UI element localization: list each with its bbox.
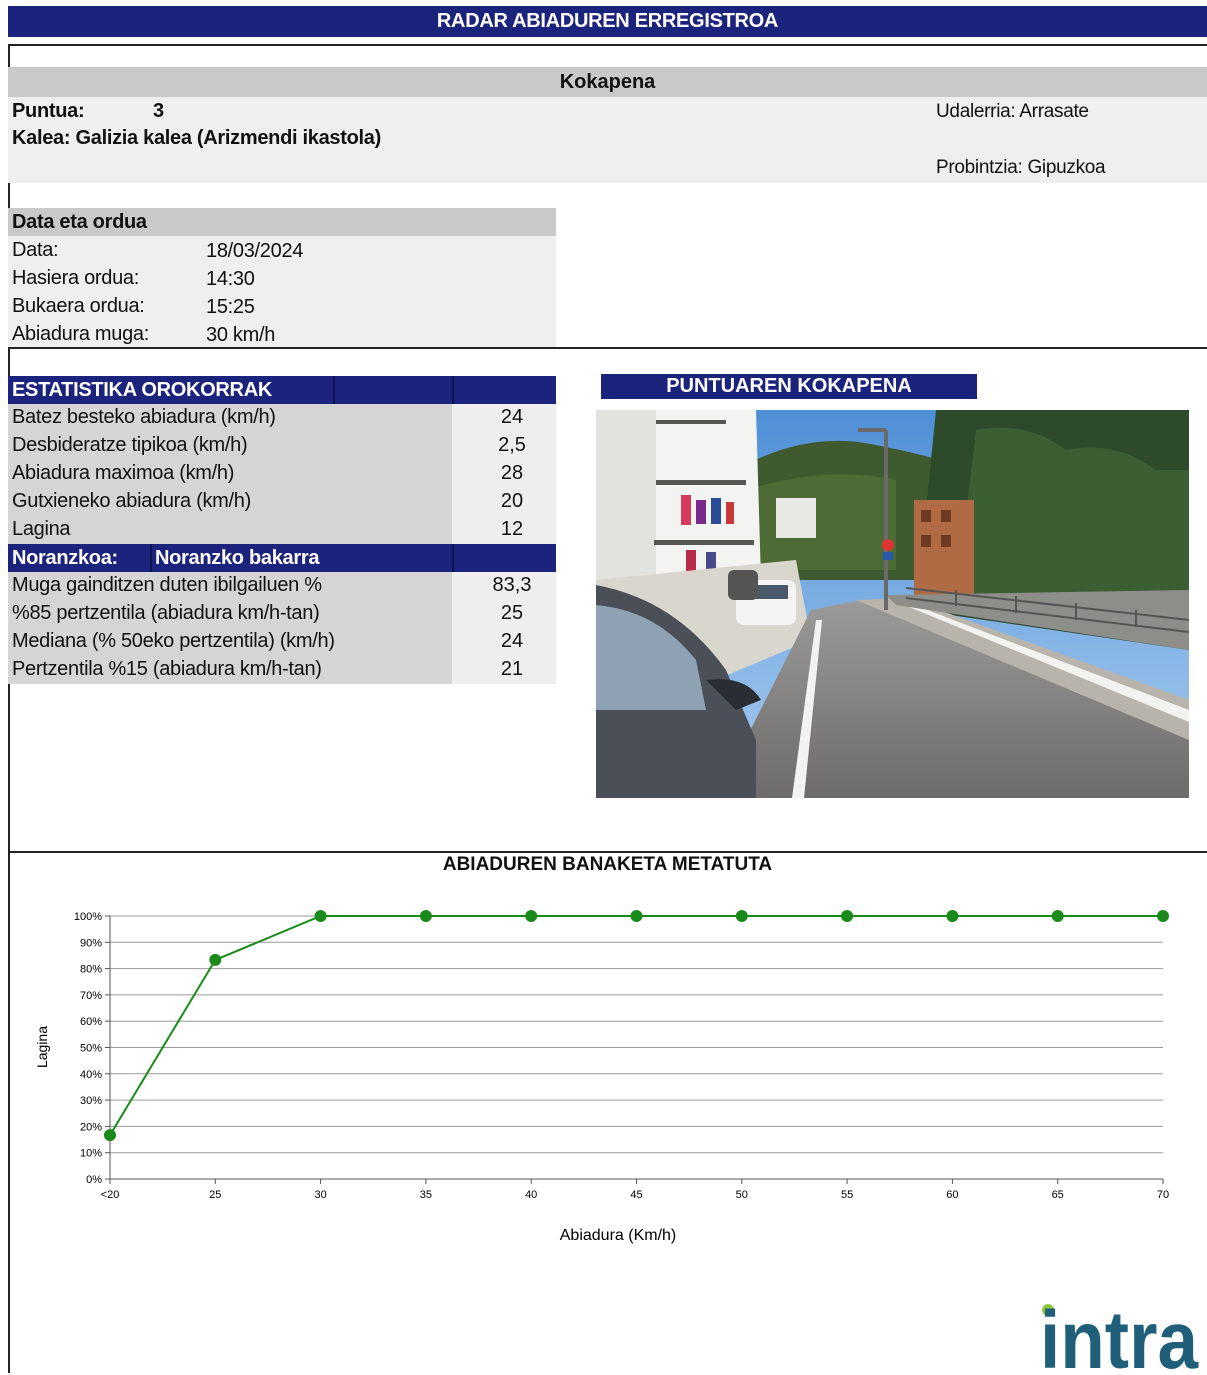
- x-tick-label: 65: [1052, 1189, 1064, 1201]
- stats-row-label: Pertzentila %15 (abiadura km/h-tan): [12, 658, 322, 680]
- y-axis-label: Lagina: [34, 1026, 50, 1068]
- data-point: [735, 910, 748, 922]
- data-point: [209, 953, 222, 966]
- direction-label: Noranzkoa:: [12, 547, 118, 569]
- stats-row-label: Lagina: [12, 518, 71, 540]
- stats-row-label: Muga gainditzen duten ibilgailuen %: [12, 574, 322, 596]
- data-point: [1051, 910, 1064, 922]
- stats-row-label: %85 pertzentila (abiadura km/h-tan): [12, 602, 320, 624]
- series-points: [104, 910, 1169, 1142]
- divider: [8, 851, 1207, 853]
- speed-limit-label: Abiadura muga:: [12, 323, 150, 345]
- stats-row: Gutxieneko abiadura (km/h) 20: [8, 488, 556, 516]
- data-point: [525, 910, 538, 922]
- data-point: [314, 910, 327, 922]
- x-tick-label: 70: [1157, 1189, 1169, 1201]
- date-label: Data:: [12, 239, 59, 261]
- chart-grid: [110, 915, 1163, 1180]
- stats-row: Abiadura maximoa (km/h) 28: [8, 460, 556, 488]
- y-axis-ticks: 0% 10% 20% 30% 40% 50% 60% 70% 80% 90% 100%: [74, 911, 110, 1186]
- stats-section-title: ESTATISTIKA OROKORRAK: [12, 379, 272, 401]
- data-point: [104, 1129, 116, 1142]
- point-value: 3: [153, 100, 164, 122]
- data-point: [630, 910, 643, 922]
- x-tick-label: 50: [736, 1189, 748, 1201]
- y-tick-label: 100%: [74, 911, 102, 923]
- stats-row-label: Desbideratze tipikoa (km/h): [12, 434, 248, 456]
- divider: [8, 44, 1207, 46]
- stats-row-value: 12: [500, 518, 524, 540]
- stats-row-value: 2,5: [498, 434, 526, 456]
- report-title: RADAR ABIADUREN ERREGISTROA: [8, 6, 1207, 37]
- data-point: [1157, 910, 1169, 922]
- municipality-text: Udalerria: Arrasate: [936, 101, 1089, 122]
- stats-row-value: 83,3: [492, 574, 532, 596]
- x-tick-label: 55: [841, 1189, 853, 1201]
- end-time-label: Bukaera ordua:: [12, 295, 145, 317]
- stats-row-value: 25: [500, 602, 524, 624]
- province-text: Probintzia: Gipuzkoa: [936, 157, 1106, 178]
- x-tick-label: 30: [314, 1189, 326, 1201]
- start-time-value: 14:30: [206, 268, 255, 290]
- street-photo-illustration: [596, 410, 1189, 798]
- y-tick-label: 70%: [80, 990, 102, 1002]
- logo-wordmark: intra: [1040, 1295, 1199, 1370]
- direction-value: Noranzko bakarra: [155, 547, 320, 569]
- x-tick-label: 25: [209, 1189, 221, 1201]
- stats-row-label: Mediana (% 50eko pertzentila) (km/h): [12, 630, 335, 652]
- data-point: [419, 910, 432, 922]
- data-point: [841, 910, 854, 922]
- stats-row: %85 pertzentila (abiadura km/h-tan) 25: [8, 600, 556, 628]
- location-section-title: Kokapena: [8, 67, 1207, 97]
- stats-row: Lagina 12: [8, 516, 556, 544]
- end-time-value: 15:25: [206, 296, 255, 318]
- intra-logo: intra: [1040, 1290, 1200, 1375]
- stats-row: Desbideratze tipikoa (km/h) 2,5: [8, 432, 556, 460]
- y-tick-label: 60%: [80, 1016, 102, 1028]
- cumulative-series-line: [109, 915, 1163, 1136]
- x-tick-label: 35: [420, 1189, 432, 1201]
- start-time-label: Hasiera ordua:: [12, 267, 139, 289]
- stats-row-value: 24: [500, 630, 524, 652]
- date-value: 18/03/2024: [206, 240, 304, 262]
- y-tick-label: 0%: [86, 1174, 102, 1186]
- x-tick-label: <20: [101, 1189, 120, 1201]
- datetime-section-title: Data eta ordua: [12, 211, 147, 233]
- cumulative-speed-chart: 0% 10% 20% 30% 40% 50% 60% 70% 80% 90% 100% <20 25 3…: [34, 910, 1169, 1244]
- x-tick-label: 40: [525, 1189, 537, 1201]
- x-tick-label: 45: [630, 1189, 642, 1201]
- stats-row-value: 21: [500, 658, 524, 680]
- chart-title: ABIADUREN BANAKETA METATUTA: [442, 854, 773, 875]
- x-tick-label: 60: [946, 1189, 958, 1201]
- stats-row: Pertzentila %15 (abiadura km/h-tan) 21: [8, 656, 556, 684]
- y-tick-label: 50%: [80, 1043, 102, 1055]
- speed-limit-value: 30 km/h: [206, 324, 276, 346]
- street-photo: [596, 410, 1189, 798]
- x-axis-ticks: <20 25 30 35 40 45 50 55 60 65 70: [101, 1179, 1169, 1201]
- y-tick-label: 30%: [80, 1095, 102, 1107]
- stats-row: Muga gainditzen duten ibilgailuen % 83,3: [8, 572, 556, 600]
- divider: [8, 347, 1207, 349]
- stats-row-label: Batez besteko abiadura (km/h): [12, 406, 276, 428]
- stats-row-label: Gutxieneko abiadura (km/h): [12, 490, 251, 512]
- stats-row-value: 28: [500, 462, 524, 484]
- y-tick-label: 90%: [80, 937, 102, 949]
- y-tick-label: 20%: [80, 1121, 102, 1133]
- y-tick-label: 10%: [80, 1148, 102, 1160]
- stats-row-value: 20: [500, 490, 524, 512]
- street-text: Kalea: Galizia kalea (Arizmendi ikastola…: [12, 127, 381, 149]
- point-label: Puntua:: [12, 100, 85, 122]
- stats-row: Batez besteko abiadura (km/h) 24: [8, 404, 556, 432]
- stats-row: Mediana (% 50eko pertzentila) (km/h) 24: [8, 628, 556, 656]
- photo-section-title: PUNTUAREN KOKAPENA: [601, 374, 977, 399]
- data-point: [946, 910, 959, 922]
- y-tick-label: 40%: [80, 1069, 102, 1081]
- stats-row-value: 24: [500, 406, 524, 428]
- x-axis-label: Abiadura (Km/h): [560, 1227, 677, 1244]
- y-tick-label: 80%: [80, 964, 102, 976]
- stats-row-label: Abiadura maximoa (km/h): [12, 462, 235, 484]
